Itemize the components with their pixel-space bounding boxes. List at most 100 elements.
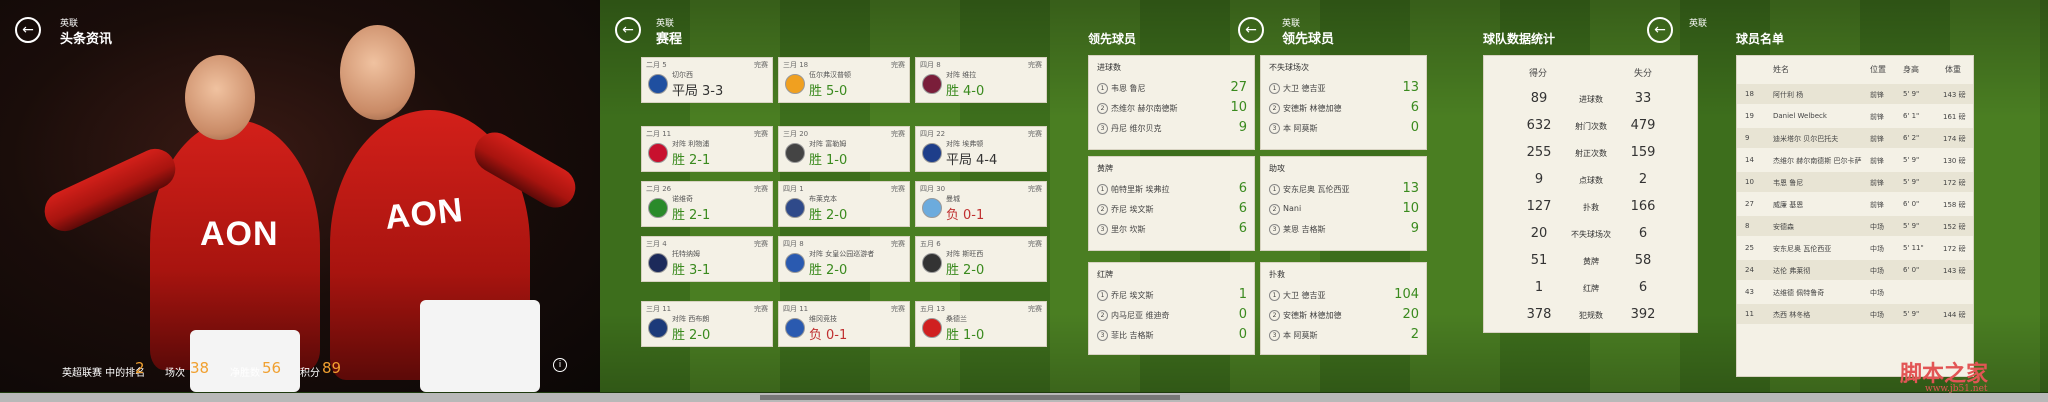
team-stat-label: 扑救: [1583, 203, 1599, 212]
leader-rank: 1: [1097, 290, 1108, 301]
match-card[interactable]: 四月 22 完赛 对阵 埃弗顿 平局 4-4: [915, 126, 1047, 172]
leader-row[interactable]: 1 安东尼奥 瓦伦西亚 13: [1269, 181, 1419, 197]
roster-row[interactable]: 24 达伦 弗莱彻 中场 6' 0" 143 磅: [1737, 260, 1973, 280]
leader-row[interactable]: 1 大卫 德吉亚 104: [1269, 287, 1419, 303]
roster-row[interactable]: 18 阿什利 杨 前锋 5' 9" 143 磅: [1737, 84, 1973, 104]
team-stat-row[interactable]: 20 不失球场次 6: [1484, 221, 1697, 247]
match-result: 胜 1-0: [809, 149, 847, 168]
roster-name: 安德森: [1773, 223, 1794, 231]
leader-row[interactable]: 3 莱恩 吉格斯 9: [1269, 221, 1419, 237]
match-card[interactable]: 三月 20 完赛 对阵 富勒姆胜 1-0: [778, 126, 910, 172]
match-outcome: 胜: [809, 153, 823, 168]
leader-row[interactable]: 3本 阿莫斯 0: [1269, 120, 1419, 136]
match-score: 2-0: [826, 263, 848, 278]
stat-label-goal-diff: 净胜数: [230, 368, 260, 379]
match-status: 完赛: [891, 240, 905, 248]
match-status: 完赛: [891, 185, 905, 193]
match-card[interactable]: 二月 26 完赛 诺维奇胜 2-1: [641, 181, 773, 227]
roster-row[interactable]: 19 Daniel Welbeck 前锋 6' 1" 161 磅: [1737, 106, 1973, 126]
team-crest-icon: [922, 74, 942, 94]
team-stat-row[interactable]: 1 红牌 6: [1484, 275, 1697, 301]
team-stat-row[interactable]: 127 扑救 166: [1484, 194, 1697, 220]
leader-row[interactable]: 2 安德斯 林德加德 20: [1269, 307, 1419, 323]
team-stat-row[interactable]: 51 黄牌 58: [1484, 248, 1697, 274]
match-card[interactable]: 五月 6 完赛 对阵 斯旺西胜 2-0: [915, 236, 1047, 282]
match-card[interactable]: 四月 8 完赛 对阵 维拉胜 4-0: [915, 57, 1047, 103]
team-crest-icon: [922, 143, 942, 163]
schedule-back-button[interactable]: ←: [615, 17, 641, 43]
match-outcome: 胜: [809, 263, 823, 278]
roster-name: 杰维尔 赫尔南德斯 巴尔卡萨: [1773, 157, 1862, 165]
back-button[interactable]: ←: [15, 17, 41, 43]
leader-rank: 1: [1269, 184, 1280, 195]
match-card[interactable]: 四月 1 完赛 布莱克本胜 2-0: [778, 181, 910, 227]
match-card[interactable]: 三月 4 完赛 托特纳姆胜 3-1: [641, 236, 773, 282]
match-card[interactable]: 五月 13 完赛 桑德兰胜 1-0: [915, 301, 1047, 347]
leader-rank: 2: [1269, 103, 1280, 114]
roster-row[interactable]: 8 安德森 中场 5' 9" 152 磅: [1737, 216, 1973, 236]
roster-back-button[interactable]: ←: [1647, 17, 1673, 43]
match-outcome: 胜: [672, 208, 686, 223]
match-card[interactable]: 四月 11 完赛 维冈竞技负 0-1: [778, 301, 910, 347]
roster-table[interactable]: 姓名 位置 身高 体重 18 阿什利 杨前锋 5' 9" 143 磅 19 Daniel …: [1736, 55, 1974, 377]
match-score: 3-1: [689, 263, 711, 278]
roster-row[interactable]: 43 达维德 佩特鲁奇 中场: [1737, 282, 1973, 302]
leader-card[interactable]: 黄牌 1 帕特里斯 埃弗拉 6 2 乔尼 埃文斯 6 3 里尔 坎斯 6: [1088, 156, 1255, 251]
leader-row[interactable]: 2 乔尼 埃文斯 6: [1097, 201, 1247, 217]
hero-panel[interactable]: AON AON ← 英联 头条资讯 英超联赛 中的排名 2 场次 38 净胜数 …: [0, 0, 600, 392]
leader-row[interactable]: 3本 阿莫斯 2: [1269, 327, 1419, 343]
scroll-thumb[interactable]: [760, 395, 1180, 400]
leader-card[interactable]: 扑救 1 大卫 德吉亚 104 2 安德斯 林德加德 20 3 本 阿莫斯 2: [1260, 262, 1427, 355]
horizontal-scrollbar[interactable]: [0, 393, 2048, 402]
leader-card[interactable]: 红牌 1 乔尼 埃文斯 1 2 内马尼亚 维迪奇 0 3 菲比 吉格斯 0: [1088, 262, 1255, 355]
match-card[interactable]: 二月 11 完赛 对阵 利物浦胜 2-1: [641, 126, 773, 172]
roster-number: 10: [1745, 178, 1754, 186]
match-card[interactable]: 四月 8 完赛 对阵 女皇公园巡游者胜 2-0: [778, 236, 910, 282]
roster-row[interactable]: 14 杰维尔 赫尔南德斯 巴尔卡萨 前锋 5' 9" 130 磅: [1737, 150, 1973, 170]
team-stats-col-for: 得分: [1529, 69, 1548, 79]
roster-row[interactable]: 25 安东尼奥 瓦伦西亚 中场 5' 11" 172 磅: [1737, 238, 1973, 258]
leader-row[interactable]: 2 杰维尔 赫尔南德斯 10: [1097, 100, 1247, 116]
leader-card[interactable]: 不失球场次 1 大卫 德吉亚 13 2 安德斯 林德加德 6 3 本 阿莫斯 0: [1260, 55, 1427, 150]
leader-row[interactable]: 3 菲比 吉格斯 0: [1097, 327, 1247, 343]
leader-card-title: 扑救: [1269, 270, 1285, 279]
match-outcome: 胜: [672, 328, 686, 343]
team-stat-row[interactable]: 9 点球数 2: [1484, 167, 1697, 193]
roster-height: 5' 9": [1903, 310, 1920, 318]
leader-row[interactable]: 2 Nani 10: [1269, 201, 1419, 217]
leader-value: 104: [1394, 287, 1419, 302]
leader-card[interactable]: 进球数 1 韦恩 鲁尼 27 2 杰维尔 赫尔南德斯 10 3 丹尼 维尔贝克 9: [1088, 55, 1255, 150]
leader-row[interactable]: 3 里尔 坎斯 6: [1097, 221, 1247, 237]
leader-row[interactable]: 2 安德斯 林德加德 6: [1269, 100, 1419, 116]
roster-league-label: 英联: [1689, 19, 1708, 29]
team-stat-row[interactable]: 378 犯规数 392: [1484, 302, 1697, 328]
roster-number: 24: [1745, 266, 1754, 274]
match-card[interactable]: 二月 5 完赛 切尔西 平局 3-3: [641, 57, 773, 103]
roster-row[interactable]: 10 韦恩 鲁尼 前锋 5' 9" 172 磅: [1737, 172, 1973, 192]
leader-row[interactable]: 1 乔尼 埃文斯 1: [1097, 287, 1247, 303]
roster-row[interactable]: 9 迪米塔尔 贝尔巴托夫 前锋 6' 2" 174 磅: [1737, 128, 1973, 148]
leaders-back-button[interactable]: ←: [1238, 17, 1264, 43]
leader-card[interactable]: 助攻 1 安东尼奥 瓦伦西亚 13 2 Nani 10 3 莱恩 吉格斯 9: [1260, 156, 1427, 251]
team-stat-row[interactable]: 632 射门次数 479: [1484, 113, 1697, 139]
roster-row[interactable]: 11 杰西 林冬格 中场 5' 9" 144 磅: [1737, 304, 1973, 324]
leader-row[interactable]: 1 大卫 德吉亚 13: [1269, 80, 1419, 96]
match-card[interactable]: 三月 11 完赛 对阵 西布朗胜 2-0: [641, 301, 773, 347]
leader-rank: 2: [1097, 310, 1108, 321]
match-opponent: 维冈竞技: [809, 315, 837, 323]
roster-position: 前锋: [1870, 179, 1884, 187]
leader-row[interactable]: 3 丹尼 维尔贝克 9: [1097, 120, 1247, 136]
leader-row[interactable]: 1 帕特里斯 埃弗拉 6: [1097, 181, 1247, 197]
match-card[interactable]: 三月 18 完赛 伍尔弗汉普顿胜 5-0: [778, 57, 910, 103]
leader-row[interactable]: 2 内马尼亚 维迪奇 0: [1097, 307, 1247, 323]
match-card[interactable]: 四月 30 完赛 曼城负 0-1: [915, 181, 1047, 227]
team-stat-for: 51: [1530, 253, 1548, 268]
leader-row[interactable]: 1 韦恩 鲁尼 27: [1097, 80, 1247, 96]
info-icon[interactable]: i: [553, 358, 567, 372]
team-stat-row[interactable]: 255 射正次数 159: [1484, 140, 1697, 166]
team-stats-card[interactable]: 得分 失分 89 进球数 33 632 射门次数 479 255 射正次数 159 9 点球数 2 12…: [1483, 55, 1698, 333]
team-stat-for: 20: [1530, 226, 1548, 241]
roster-row[interactable]: 27 威廉 基恩 前锋 6' 0" 158 磅: [1737, 194, 1973, 214]
match-score: 4-4: [976, 153, 998, 168]
team-stat-row[interactable]: 89 进球数 33: [1484, 86, 1697, 112]
